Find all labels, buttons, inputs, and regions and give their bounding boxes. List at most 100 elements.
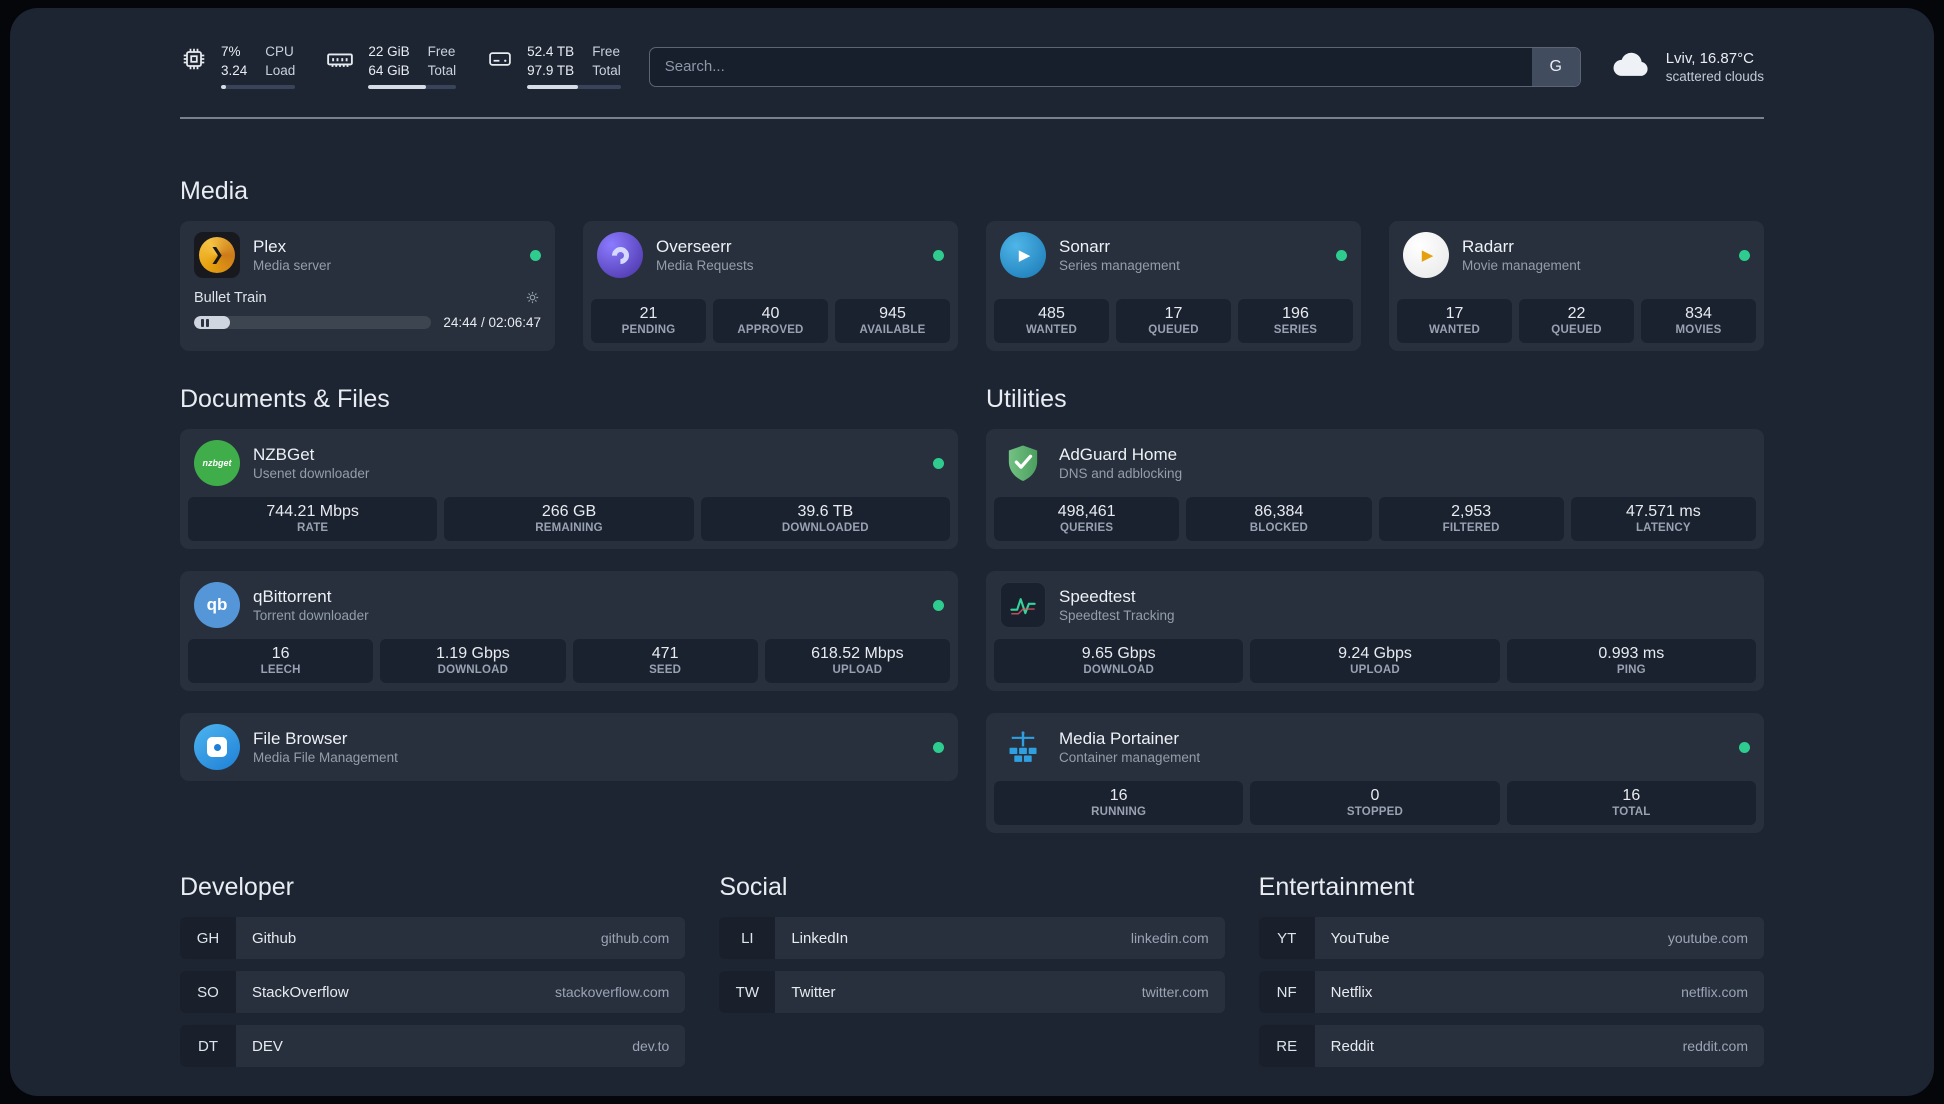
disk-icon [486,45,514,78]
service-desc: Media Requests [656,258,754,274]
bookmark-youtube[interactable]: YT YouTube youtube.com [1258,917,1764,959]
bookmark-netflix[interactable]: NF Netflix netflix.com [1258,971,1764,1013]
stat-block: 471 SEED [572,639,758,683]
weather-location: Lviv, 16.87°C [1665,49,1754,67]
status-dot [530,249,541,261]
service-card-portainer[interactable]: Media Portainer Container management 16 … [986,713,1764,833]
service-desc: Usenet downloader [253,466,370,482]
bookmark-url: twitter.com [1141,984,1209,1000]
bookmark-name: Netflix [1330,983,1373,1001]
weather-widget[interactable]: Lviv, 16.87°C scattered clouds [1609,42,1764,91]
stat-block: 196 SERIES [1238,299,1353,343]
service-card-adguard[interactable]: AdGuard Home DNS and adblocking 498,461 … [986,429,1764,549]
stat-block: 86,384 BLOCKED [1186,497,1372,541]
stat-block: 22 QUEUED [1519,299,1634,343]
status-dot [933,599,944,611]
section-utilities: Utilities AdGuard Home DNS and adblockin… [986,385,1764,833]
stat-block: 0.993 ms PING [1506,639,1756,683]
bookmark-abbr: DT [180,1025,236,1067]
service-stats: 16 RUNNING 0 STOPPED 16 TOTAL [986,781,1764,833]
pause-icon[interactable] [201,318,209,327]
service-stats: 744.21 Mbps RATE 266 GB REMAINING 39.6 T… [180,497,958,549]
status-dot [933,741,944,753]
bookmark-url: netflix.com [1681,984,1748,1000]
stat-block: 834 MOVIES [1641,299,1756,343]
service-name: File Browser [253,728,348,748]
bookmark-github[interactable]: GH Github github.com [180,917,686,959]
bookmark-reddit[interactable]: RE Reddit reddit.com [1258,1025,1764,1067]
qbittorrent-icon: qb [194,582,240,628]
service-stats: 21 PENDING 40 APPROVED 945 AVAILABLE [583,299,958,351]
service-card-plex[interactable]: ❯ Plex Media server Bullet Train 24:44 /… [180,221,555,351]
bookmark-name: Github [252,929,297,947]
service-desc: Series management [1059,258,1180,274]
service-stats: 485 WANTED 17 QUEUED 196 SERIES [986,299,1361,351]
playback-time: 24:44 / 02:06:47 [443,315,541,330]
stat-block: 16 LEECH [188,639,374,683]
memory-usage-bar [368,84,457,89]
service-card-filebrowser[interactable]: File Browser Media File Management [180,713,958,781]
service-card-radarr[interactable]: ▶ Radarr Movie management 17 WANTED 22 Q… [1389,221,1764,351]
resource-widgets: 7% CPU 3.24 Load 22 GiB Free 64 GiB Tota… [180,44,621,89]
service-card-nzbget[interactable]: nzbget NZBGet Usenet downloader 744.21 M… [180,429,958,549]
bookmark-name: LinkedIn [791,929,849,947]
topbar-divider [180,117,1764,119]
playback-progress-bar[interactable] [194,316,432,329]
status-dot [1336,249,1347,261]
service-desc: Container management [1059,750,1201,766]
memory-total-label: Total [427,62,457,78]
cpu-usage-bar [221,84,296,89]
bookmark-group-developer: Developer GH Github github.com SO StackO… [180,873,686,1079]
service-card-sonarr[interactable]: ▶ Sonarr Series management 485 WANTED 17… [986,221,1361,351]
stat-block: 47.571 ms LATENCY [1570,497,1756,541]
service-desc: Speedtest Tracking [1059,608,1175,624]
bookmark-name: DEV [252,1037,283,1055]
disk-free-value: 52.4 TB [527,44,575,60]
search-input[interactable] [649,47,1532,86]
service-name: Sonarr [1059,236,1111,256]
stat-block: 21 PENDING [591,299,706,343]
service-desc: Movie management [1462,258,1581,274]
gear-icon[interactable] [524,289,541,306]
bookmark-name: YouTube [1330,929,1390,947]
service-name: Overseerr [656,236,732,256]
bookmark-linkedin[interactable]: LI LinkedIn linkedin.com [719,917,1225,959]
disk-free-label: Free [592,44,620,60]
service-desc: Media server [253,258,332,274]
service-name: qBittorrent [253,586,332,606]
service-card-qbittorrent[interactable]: qb qBittorrent Torrent downloader 16 LEE… [180,571,958,691]
status-dot [933,457,944,469]
service-desc: Media File Management [253,750,398,766]
memory-icon [325,45,355,80]
bookmark-url: youtube.com [1667,930,1748,946]
bookmark-abbr: YT [1258,917,1315,959]
memory-widget: 22 GiB Free 64 GiB Total [325,44,457,89]
section-title-media: Media [180,177,249,205]
cpu-load-label: Load [265,62,296,78]
bookmark-url: github.com [600,930,670,946]
service-card-speedtest[interactable]: Speedtest Speedtest Tracking 9.65 Gbps D… [986,571,1764,691]
service-card-overseerr[interactable]: Overseerr Media Requests 21 PENDING 40 A… [583,221,958,351]
radarr-icon: ▶ [1403,232,1449,278]
disk-total-label: Total [592,62,621,78]
service-desc: DNS and adblocking [1059,466,1183,482]
cpu-label: CPU [265,44,294,60]
search-provider-button[interactable]: G [1531,47,1580,86]
bookmark-dev[interactable]: DT DEV dev.to [180,1025,686,1067]
cpu-load-value: 3.24 [221,62,248,78]
adguard-shield-icon [1000,440,1046,486]
service-stats: 16 LEECH 1.19 Gbps DOWNLOAD 471 SEED 618… [180,639,958,691]
status-dot [933,249,944,261]
bookmark-stackoverflow[interactable]: SO StackOverflow stackoverflow.com [180,971,686,1013]
dashboard: 7% CPU 3.24 Load 22 GiB Free 64 GiB Tota… [10,8,1934,1096]
service-stats: 17 WANTED 22 QUEUED 834 MOVIES [1389,299,1764,351]
service-stats: 9.65 Gbps DOWNLOAD 9.24 Gbps UPLOAD 0.99… [986,639,1764,691]
stat-block: 266 GB REMAINING [444,497,694,541]
service-desc: Torrent downloader [253,608,369,624]
bookmark-abbr: RE [1258,1025,1315,1067]
bookmark-group-title: Developer [180,873,294,901]
filebrowser-icon [194,724,240,770]
stat-block: 39.6 TB DOWNLOADED [700,497,950,541]
service-name: Media Portainer [1059,728,1180,748]
bookmark-twitter[interactable]: TW Twitter twitter.com [719,971,1225,1013]
